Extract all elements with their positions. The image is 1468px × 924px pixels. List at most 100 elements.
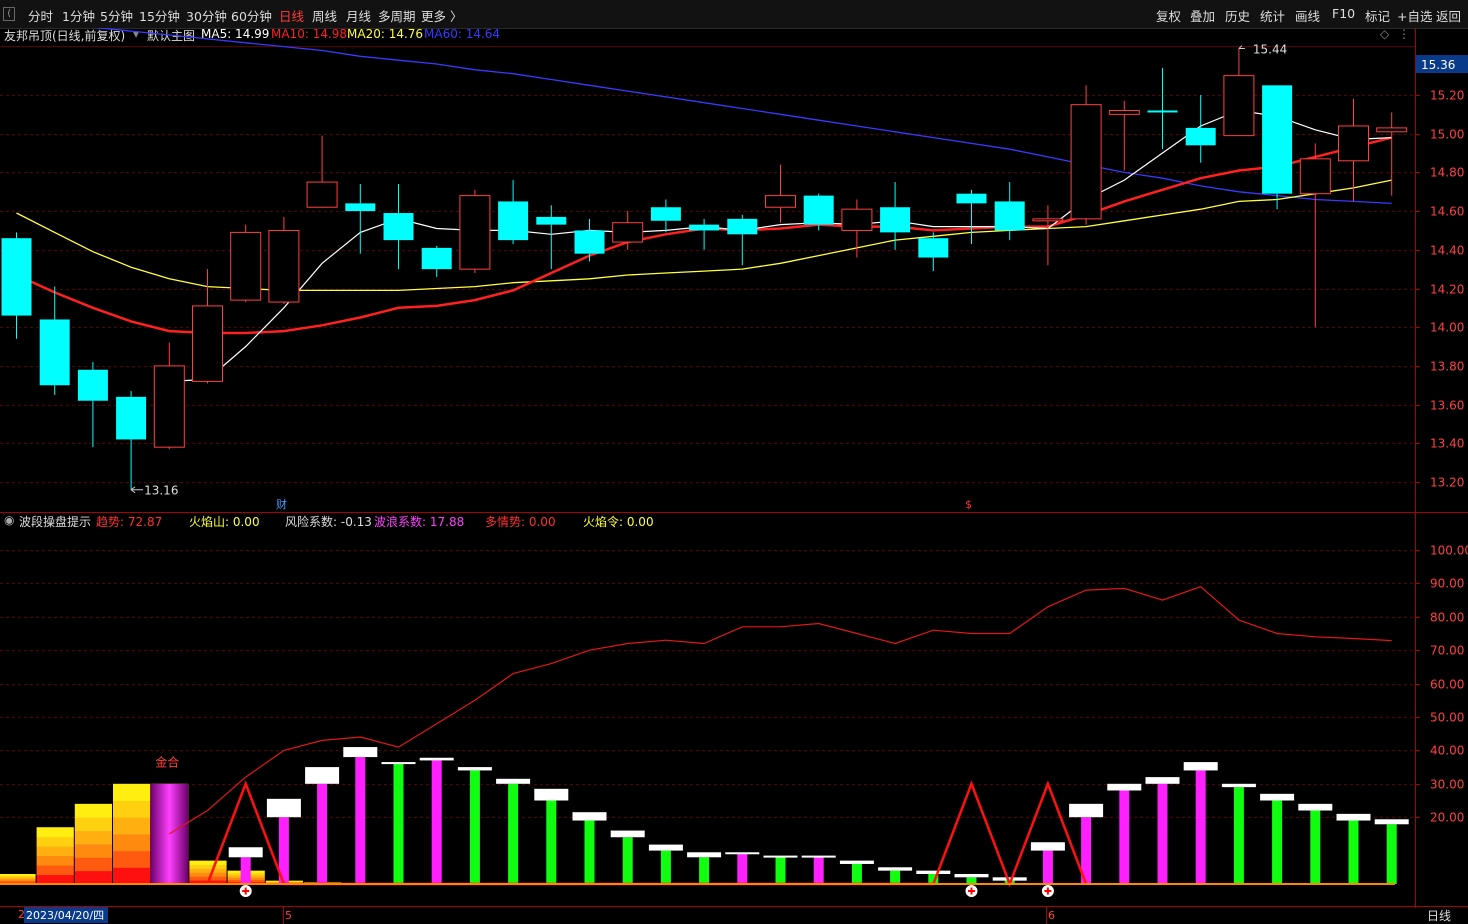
chart-area[interactable]: 15.20 15.00 14.80 14.60 14.40 14.20 14.00 13.80… — [0, 28, 1468, 924]
tool-button[interactable]: 画线 — [1295, 6, 1320, 25]
wave-bar — [813, 857, 824, 884]
candle-body — [1185, 127, 1216, 146]
candle-body — [689, 224, 720, 231]
indicator-tick-label: 60.00 — [1430, 678, 1464, 692]
wave-cap — [1030, 842, 1065, 851]
flame-bar-segment — [113, 783, 151, 801]
candle-body — [153, 365, 185, 448]
tool-button[interactable]: 历史 — [1225, 6, 1250, 25]
candle-body — [956, 193, 987, 204]
candle-body — [574, 230, 605, 254]
candle-body — [536, 216, 567, 225]
period-tab[interactable]: 日线 — [279, 6, 304, 25]
indicator-tick-label: 80.00 — [1430, 611, 1464, 625]
wave-bar — [699, 857, 710, 884]
candle-body — [39, 319, 70, 386]
wave-bar — [737, 853, 748, 884]
wave-bar — [469, 770, 480, 884]
tool-button[interactable]: 标记 — [1365, 6, 1390, 25]
tool-button[interactable]: 叠加 — [1190, 6, 1215, 25]
period-tab[interactable]: 60分钟 — [231, 6, 272, 25]
candle-body — [994, 201, 1025, 231]
flame-bar-segment — [113, 817, 151, 835]
wave-cap — [266, 798, 301, 818]
flame-bar-segment — [113, 850, 151, 868]
wave-cap — [1298, 803, 1333, 811]
low-marker — [130, 486, 144, 494]
wave-cap — [763, 855, 798, 858]
month-label: 5 — [285, 909, 292, 922]
wave-cap — [992, 877, 1027, 881]
flame-bar-segment — [74, 870, 112, 885]
candle-body — [459, 195, 491, 270]
period-tab[interactable]: 30分钟 — [186, 6, 227, 25]
wave-bar — [1310, 810, 1321, 884]
ma60-line — [93, 28, 1392, 205]
candle-body — [1, 238, 32, 316]
wave-bar — [1042, 850, 1053, 884]
candle-body — [803, 195, 834, 225]
high-price-label: 15.44 — [1253, 43, 1287, 57]
wave-bar — [393, 763, 404, 884]
period-tab[interactable]: 5分钟 — [100, 6, 133, 25]
wave-cap — [1145, 777, 1180, 784]
wave-cap — [496, 778, 531, 784]
flame-bar-segment — [74, 857, 112, 872]
period-tab[interactable]: 周线 — [312, 6, 337, 25]
ma5-line — [169, 109, 1392, 382]
wave-bar — [1386, 824, 1397, 884]
wave-bar — [1157, 783, 1168, 884]
wave-bar — [431, 760, 442, 884]
period-tab[interactable]: 月线 — [346, 6, 371, 25]
tool-button[interactable]: 统计 — [1260, 6, 1285, 25]
wave-bar — [584, 820, 595, 884]
flame-bar-segment — [189, 868, 227, 873]
candle-body — [1108, 109, 1140, 115]
period-tab[interactable]: 更多 〉 — [421, 6, 462, 25]
wave-bar — [851, 863, 862, 884]
period-label: 日线 — [1427, 909, 1451, 923]
candle-body — [1299, 158, 1331, 195]
candle-body — [1338, 125, 1369, 162]
wave-cap — [878, 867, 913, 871]
indicator-tick-label: 30.00 — [1430, 778, 1464, 792]
collapse-toggle[interactable]: ⟨ — [3, 7, 15, 21]
wave-cap — [687, 852, 722, 858]
period-tab[interactable]: 15分钟 — [139, 6, 180, 25]
candle-body — [612, 222, 644, 243]
flame-bar-segment — [36, 827, 74, 838]
indicator-tick-label: 40.00 — [1430, 744, 1464, 758]
wave-bar — [355, 757, 366, 884]
wave-cap — [839, 860, 874, 864]
flame-bar-segment — [113, 833, 151, 852]
tool-button[interactable]: 复权 — [1156, 6, 1181, 25]
period-tab[interactable]: 1分钟 — [62, 6, 95, 25]
price-tick-label: 14.40 — [1430, 244, 1464, 258]
flame-bar-segment — [36, 855, 74, 866]
wave-bar — [317, 783, 328, 884]
wave-cap — [419, 757, 454, 761]
wave-cap — [1260, 793, 1295, 801]
period-tab[interactable]: 多周期 — [378, 6, 416, 25]
flame-bar-segment — [74, 817, 112, 832]
wave-bar — [1195, 770, 1206, 884]
wave-bar — [1348, 820, 1359, 884]
wave-cap — [725, 852, 760, 855]
date-left-mark: 2 — [18, 908, 25, 921]
candle-body — [880, 207, 911, 233]
wave-bar — [508, 783, 519, 884]
tool-button[interactable]: 返回 — [1436, 6, 1461, 25]
wave-cap — [1374, 819, 1409, 825]
price-tick-label: 15.00 — [1430, 128, 1464, 142]
indicator-tick-label: 50.00 — [1430, 711, 1464, 725]
flame-bar-segment — [113, 800, 151, 818]
candle-body — [383, 213, 414, 241]
tool-button[interactable]: +自选 — [1397, 6, 1432, 25]
wave-cap — [343, 747, 378, 758]
period-toolbar: ⟨ 分时 1分钟 5分钟 15分钟 30分钟 60分钟 日线 周线 月线 多周期 更多 〉 复权 叠加… — [0, 0, 1468, 29]
tool-button[interactable]: F10 — [1332, 6, 1355, 21]
period-tab[interactable]: 分时 — [28, 6, 53, 25]
indicator-tick-label: 70.00 — [1430, 644, 1464, 658]
golden-cross-label: 金合 — [155, 754, 179, 769]
candle-body — [1223, 75, 1255, 137]
